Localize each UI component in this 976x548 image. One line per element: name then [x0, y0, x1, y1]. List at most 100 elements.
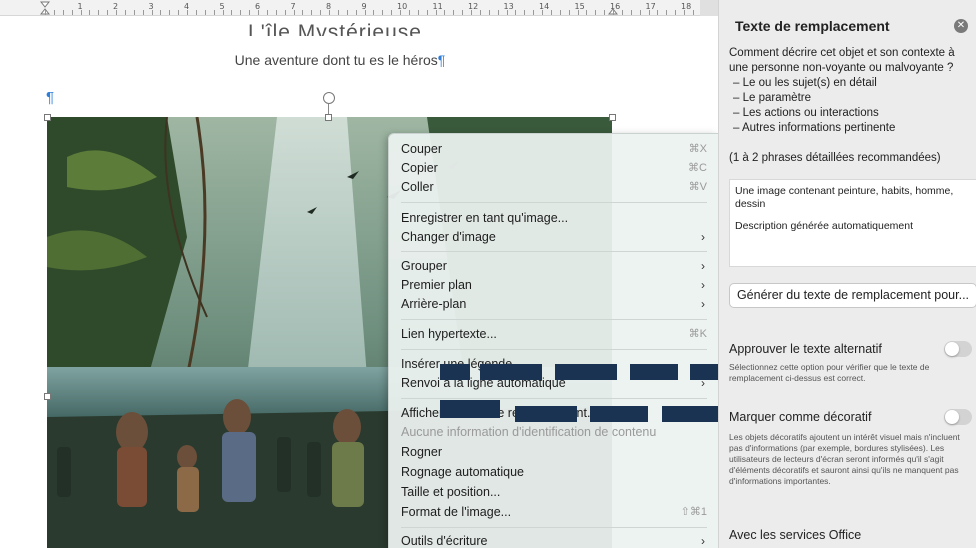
list-item: – Les actions ou interactions	[733, 107, 879, 119]
document-title[interactable]: L'île Mystérieuse	[205, 18, 465, 36]
menu-item-wrap-text[interactable]: Renvoi à la ligne automatique ›	[401, 373, 707, 393]
menu-item-bring-forward[interactable]: Premier plan ›	[401, 275, 707, 295]
menu-item-send-backward[interactable]: Arrière-plan ›	[401, 294, 707, 314]
ruler-tick	[63, 10, 64, 15]
menu-separator	[401, 251, 707, 252]
menu-item-hyperlink[interactable]: Lien hypertexte... ⌘K	[401, 324, 707, 344]
ruler-tick	[400, 10, 401, 15]
ruler-tick	[427, 10, 428, 15]
resize-handle-top-left[interactable]	[44, 114, 51, 121]
ruler-tick	[649, 10, 650, 15]
ruler-tick	[533, 10, 534, 15]
chevron-right-icon: ›	[701, 534, 705, 548]
ruler-tick	[143, 10, 144, 15]
menu-item-auto-crop[interactable]: Rognage automatique	[401, 462, 707, 482]
office-services-heading: Avec les services Office	[729, 528, 862, 542]
menu-separator	[401, 202, 707, 203]
rotate-handle-icon[interactable]	[323, 92, 335, 104]
mark-decorative-note: Les objets décoratifs ajoutent un intérê…	[729, 432, 960, 486]
resize-handle-left[interactable]	[44, 393, 51, 400]
ruler-tick	[657, 10, 658, 15]
ruler-number: 10	[397, 2, 408, 11]
ruler-tick	[276, 10, 277, 15]
menu-item-label: Grouper	[401, 259, 447, 273]
ruler-tick	[294, 10, 295, 15]
ruler-tick	[240, 10, 241, 15]
menu-item-label: Lien hypertexte...	[401, 327, 497, 341]
ruler-tick	[81, 10, 82, 15]
ruler-tick	[498, 10, 499, 15]
context-menu: Couper ⌘X Copier ⌘C Coller ⌘V Enregistrer e…	[388, 133, 718, 548]
ruler-tick	[391, 10, 392, 15]
document-canvas[interactable]: 1 2 3 4 5 6 7 8 9 10 11 12 13 14 15 16 17 18 L'île Mystér…	[0, 0, 718, 548]
horizontal-ruler[interactable]: 1 2 3 4 5 6 7 8 9 10 11 12 13 14 15 16 17 18	[0, 0, 718, 16]
approve-alt-text-toggle[interactable]	[944, 341, 972, 357]
chevron-right-icon: ›	[701, 278, 705, 292]
ruler-tick	[382, 10, 383, 15]
menu-separator	[401, 398, 707, 399]
ruler-tick	[613, 10, 614, 15]
alt-text-value: Une image contenant peinture, habits, ho…	[735, 185, 954, 210]
ruler-tick	[462, 10, 463, 15]
menu-item-size-position[interactable]: Taille et position...	[401, 482, 707, 502]
ruler-tick	[675, 10, 676, 15]
menu-item-label: Renvoi à la ligne automatique	[401, 376, 566, 390]
ruler-tick	[178, 10, 179, 15]
ruler-tick	[311, 10, 312, 15]
menu-separator	[401, 349, 707, 350]
ruler-tick	[249, 10, 250, 15]
document-subtitle[interactable]: Une aventure dont tu es le héros¶	[200, 52, 480, 68]
menu-item-copy[interactable]: Copier ⌘C	[401, 158, 707, 178]
menu-item-label: Outils d'écriture	[401, 534, 488, 548]
ruler-tick	[515, 10, 516, 15]
resize-handle-top[interactable]	[325, 114, 332, 121]
ruler-tick	[524, 10, 525, 15]
shortcut-label: ⌘K	[688, 328, 707, 340]
list-item: – Le ou les sujet(s) en détail	[733, 77, 877, 89]
menu-item-label: Rognage automatique	[401, 465, 525, 479]
ruler-tick	[347, 10, 348, 15]
menu-item-group[interactable]: Grouper ›	[401, 256, 707, 276]
ruler-number: 11	[432, 2, 443, 11]
menu-item-label: Arrière-plan	[401, 297, 467, 311]
subtitle-text: Une aventure dont tu es le héros	[234, 52, 438, 68]
ruler-tick	[489, 10, 490, 15]
ruler-number: 12	[468, 2, 479, 11]
close-icon[interactable]: ✕	[954, 19, 968, 33]
alt-text-input[interactable]: Une image contenant peinture, habits, ho…	[729, 179, 976, 267]
ruler-tick	[586, 10, 587, 15]
menu-item-label: Changer d'image	[401, 230, 496, 244]
generate-alt-text-button[interactable]: Générer du texte de remplacement pour...	[729, 283, 976, 308]
chevron-right-icon: ›	[701, 297, 705, 311]
menu-item-save-as-image[interactable]: Enregistrer en tant qu'image...	[401, 208, 707, 228]
menu-item-change-image[interactable]: Changer d'image ›	[401, 227, 707, 247]
ruler-number: 15	[574, 2, 585, 11]
mark-decorative-toggle[interactable]	[944, 409, 972, 425]
ruler-tick	[45, 10, 46, 15]
chevron-right-icon: ›	[701, 259, 705, 273]
menu-item-insert-caption[interactable]: Insérer une légende...	[401, 354, 707, 374]
menu-item-view-alt-text[interactable]: Afficher le texte de remplacement...	[401, 403, 707, 423]
menu-item-format-picture[interactable]: Format de l'image... ⇧⌘1	[401, 502, 707, 522]
menu-item-label: Aucune information d'identification de c…	[401, 425, 657, 439]
menu-item-crop[interactable]: Rogner	[401, 442, 707, 462]
ruler-number: 18	[681, 2, 692, 11]
alt-text-pane: Texte de remplacement ✕ Comment décrire …	[718, 0, 976, 548]
menu-item-label: Format de l'image...	[401, 505, 512, 519]
guidance-list: – Le ou les sujet(s) en détail – Le para…	[733, 76, 973, 136]
ruler-number: 13	[503, 2, 514, 11]
menu-item-label: Insérer une légende...	[401, 357, 523, 371]
menu-item-paste[interactable]: Coller ⌘V	[401, 177, 707, 197]
ruler-tick	[223, 10, 224, 15]
chevron-right-icon: ›	[701, 230, 705, 244]
menu-item-cut[interactable]: Couper ⌘X	[401, 139, 707, 159]
resize-handle-top-right[interactable]	[609, 114, 616, 121]
chevron-right-icon: ›	[701, 376, 705, 390]
ruler-tick	[214, 10, 215, 15]
ruler-number: 17	[645, 2, 656, 11]
menu-item-writing-tools[interactable]: Outils d'écriture ›	[401, 531, 707, 548]
recommendation-hint: (1 à 2 phrases détaillées recommandées)	[729, 152, 941, 164]
approve-alt-text-label: Approuver le texte alternatif	[729, 342, 882, 356]
ruler-tick	[436, 10, 437, 15]
menu-item-no-content-id: Aucune information d'identification de c…	[401, 422, 707, 442]
